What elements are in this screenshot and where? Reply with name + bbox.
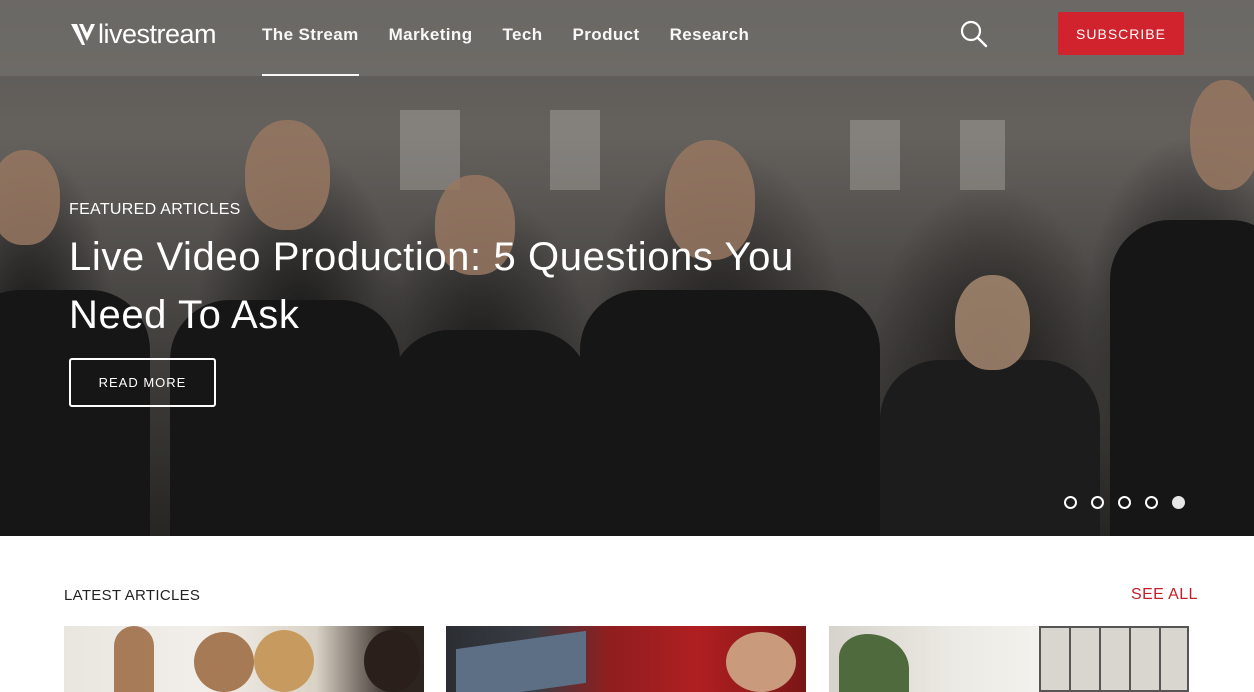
nav-item-tech[interactable]: Tech bbox=[503, 0, 543, 76]
card-thumbnail-detail bbox=[726, 632, 796, 692]
card-thumbnail-detail bbox=[364, 630, 420, 692]
search-icon bbox=[960, 20, 988, 48]
livestream-logo[interactable]: livestream bbox=[70, 18, 217, 50]
nav-item-the-stream[interactable]: The Stream bbox=[262, 0, 359, 76]
logo-text: livestream bbox=[98, 18, 217, 49]
read-more-button[interactable]: READ MORE bbox=[69, 358, 216, 407]
featured-title[interactable]: Live Video Production: 5 Questions You N… bbox=[69, 228, 869, 344]
search-button[interactable] bbox=[958, 18, 990, 50]
carousel-dot-4[interactable] bbox=[1145, 496, 1158, 509]
featured-kicker: FEATURED ARTICLES bbox=[69, 201, 241, 218]
card-thumbnail-detail bbox=[839, 634, 909, 692]
carousel-dot-3[interactable] bbox=[1118, 496, 1131, 509]
carousel-dot-5[interactable] bbox=[1172, 496, 1185, 509]
carousel-dots bbox=[1064, 496, 1199, 509]
card-thumbnail-detail bbox=[1039, 626, 1189, 692]
carousel-dot-1[interactable] bbox=[1064, 496, 1077, 509]
subscribe-button[interactable]: SUBSCRIBE bbox=[1058, 12, 1184, 55]
livestream-logo-icon bbox=[71, 24, 95, 45]
article-card-1[interactable] bbox=[64, 626, 424, 692]
latest-articles-heading: LATEST ARTICLES bbox=[64, 587, 201, 604]
card-thumbnail-detail bbox=[254, 630, 314, 692]
nav-item-marketing[interactable]: Marketing bbox=[389, 0, 473, 76]
article-card-2[interactable] bbox=[446, 626, 806, 692]
top-navigation: livestream The Stream Marketing Tech Pro… bbox=[0, 0, 1254, 76]
carousel-dot-2[interactable] bbox=[1091, 496, 1104, 509]
article-card-3[interactable] bbox=[829, 626, 1189, 692]
card-thumbnail-detail bbox=[456, 630, 586, 692]
see-all-link[interactable]: SEE ALL bbox=[1131, 586, 1198, 604]
main-nav: The Stream Marketing Tech Product Resear… bbox=[262, 0, 779, 76]
card-thumbnail-detail bbox=[114, 626, 154, 692]
card-thumbnail-detail bbox=[194, 632, 254, 692]
nav-item-research[interactable]: Research bbox=[670, 0, 750, 76]
hero-banner: FEATURED ARTICLES Live Video Production:… bbox=[0, 0, 1254, 536]
nav-item-product[interactable]: Product bbox=[573, 0, 640, 76]
